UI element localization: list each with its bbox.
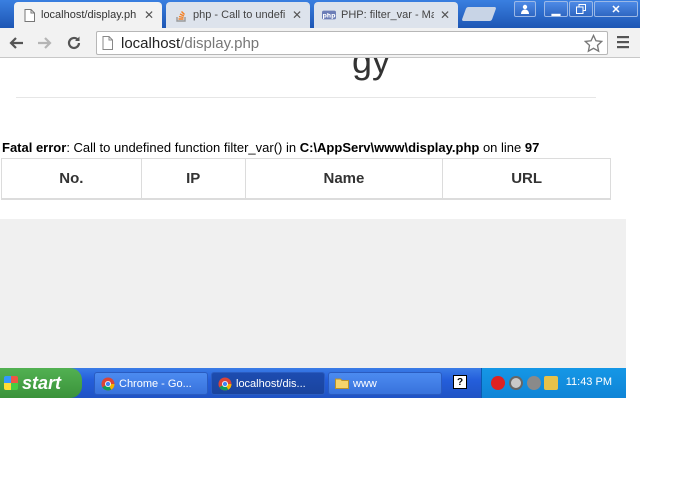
back-arrow-icon (9, 37, 23, 49)
error-line-number: 97 (524, 140, 540, 155)
chrome-icon (101, 377, 115, 391)
tab-title: localhost/display.ph (41, 9, 137, 21)
close-icon: ✕ (611, 3, 621, 16)
page-heading: gy (352, 58, 391, 81)
tab-php-call-to-undefined[interactable]: php - Call to undefin ✕ (166, 2, 310, 28)
forward-arrow-icon (38, 37, 52, 49)
error-message: : Call to undefined function filter_var(… (66, 140, 300, 155)
bookmark-star-icon[interactable] (583, 33, 604, 58)
minimize-icon: ▁ (551, 3, 561, 16)
svg-text:php: php (322, 13, 336, 20)
php-icon: php (322, 8, 336, 22)
column-header-ip: IP (140, 158, 246, 200)
user-icon (521, 4, 529, 14)
taskbar: start Chrome - Go... localhost/dis... ww… (0, 368, 626, 398)
help-icon[interactable]: ? (453, 375, 467, 389)
stackoverflow-icon (174, 8, 188, 22)
url-path: /display.php (180, 35, 260, 52)
taskbar-item-www-folder[interactable]: www (328, 372, 442, 395)
back-button[interactable] (5, 32, 27, 54)
browser-toolbar: localhost/display.php (0, 28, 640, 58)
forward-button[interactable] (34, 32, 56, 54)
taskbar-item-chrome-google[interactable]: Chrome - Go... (94, 372, 208, 395)
divider (16, 97, 596, 98)
new-tab-button[interactable] (461, 7, 497, 21)
tab-title: php - Call to undefin (193, 9, 286, 21)
restore-button[interactable] (569, 1, 593, 17)
fatal-error-message: Fatal error: Call to undefined function … (2, 140, 539, 155)
table-header-row: No. IP Name URL (1, 158, 611, 200)
task-label: localhost/dis... (236, 377, 306, 390)
error-label: Fatal error (2, 140, 67, 155)
data-table: No. IP Name URL (1, 158, 611, 200)
close-tab-icon[interactable]: ✕ (292, 8, 302, 22)
screen: localhost/display.ph ✕ php - Call to und… (0, 0, 683, 480)
url-text: localhost/display.php (121, 35, 259, 52)
user-profile-button[interactable] (514, 1, 536, 17)
column-header-url: URL (442, 158, 611, 200)
tab-strip: localhost/display.ph ✕ php - Call to und… (0, 0, 640, 28)
page-content: gy Fatal error: Call to undefined functi… (0, 58, 626, 368)
restore-icon (576, 4, 586, 14)
error-on-line: on line (479, 140, 525, 155)
chrome-menu-button[interactable] (614, 33, 634, 53)
network-icon[interactable] (509, 376, 523, 390)
task-label: Chrome - Go... (119, 377, 192, 390)
address-bar[interactable]: localhost/display.php (96, 31, 608, 55)
system-tray: 11:43 PM (481, 368, 626, 398)
clock: 11:43 PM (565, 376, 612, 388)
taskbar-item-localhost[interactable]: localhost/dis... (211, 372, 325, 395)
start-label: start (22, 372, 62, 393)
close-window-button[interactable]: ✕ (594, 1, 638, 17)
close-tab-icon[interactable]: ✕ (144, 8, 154, 22)
page-background-area (0, 219, 626, 368)
column-header-name: Name (244, 158, 444, 200)
hamburger-menu-icon (617, 36, 629, 49)
tray-app-icon[interactable] (544, 376, 558, 390)
task-label: www (353, 377, 377, 390)
reload-icon (67, 36, 81, 50)
url-host: localhost (121, 35, 181, 52)
document-icon (22, 8, 36, 22)
windows-flag-icon (4, 376, 18, 390)
tab-title: PHP: filter_var - Ma (341, 9, 434, 21)
page-info-icon (102, 36, 113, 55)
chrome-icon (218, 377, 232, 391)
security-shield-icon[interactable] (491, 376, 505, 390)
folder-icon (335, 377, 349, 391)
tab-localhost-display[interactable]: localhost/display.ph ✕ (14, 2, 162, 28)
tab-php-filter-var[interactable]: php PHP: filter_var - Ma ✕ (314, 2, 458, 28)
close-tab-icon[interactable]: ✕ (440, 8, 450, 22)
volume-icon[interactable] (527, 376, 541, 390)
error-file-path: C:\AppServ\www\display.php (299, 140, 480, 155)
reload-button[interactable] (63, 32, 85, 54)
column-header-no: No. (1, 158, 142, 200)
minimize-button[interactable]: ▁ (544, 1, 568, 17)
start-button[interactable]: start (0, 368, 82, 398)
